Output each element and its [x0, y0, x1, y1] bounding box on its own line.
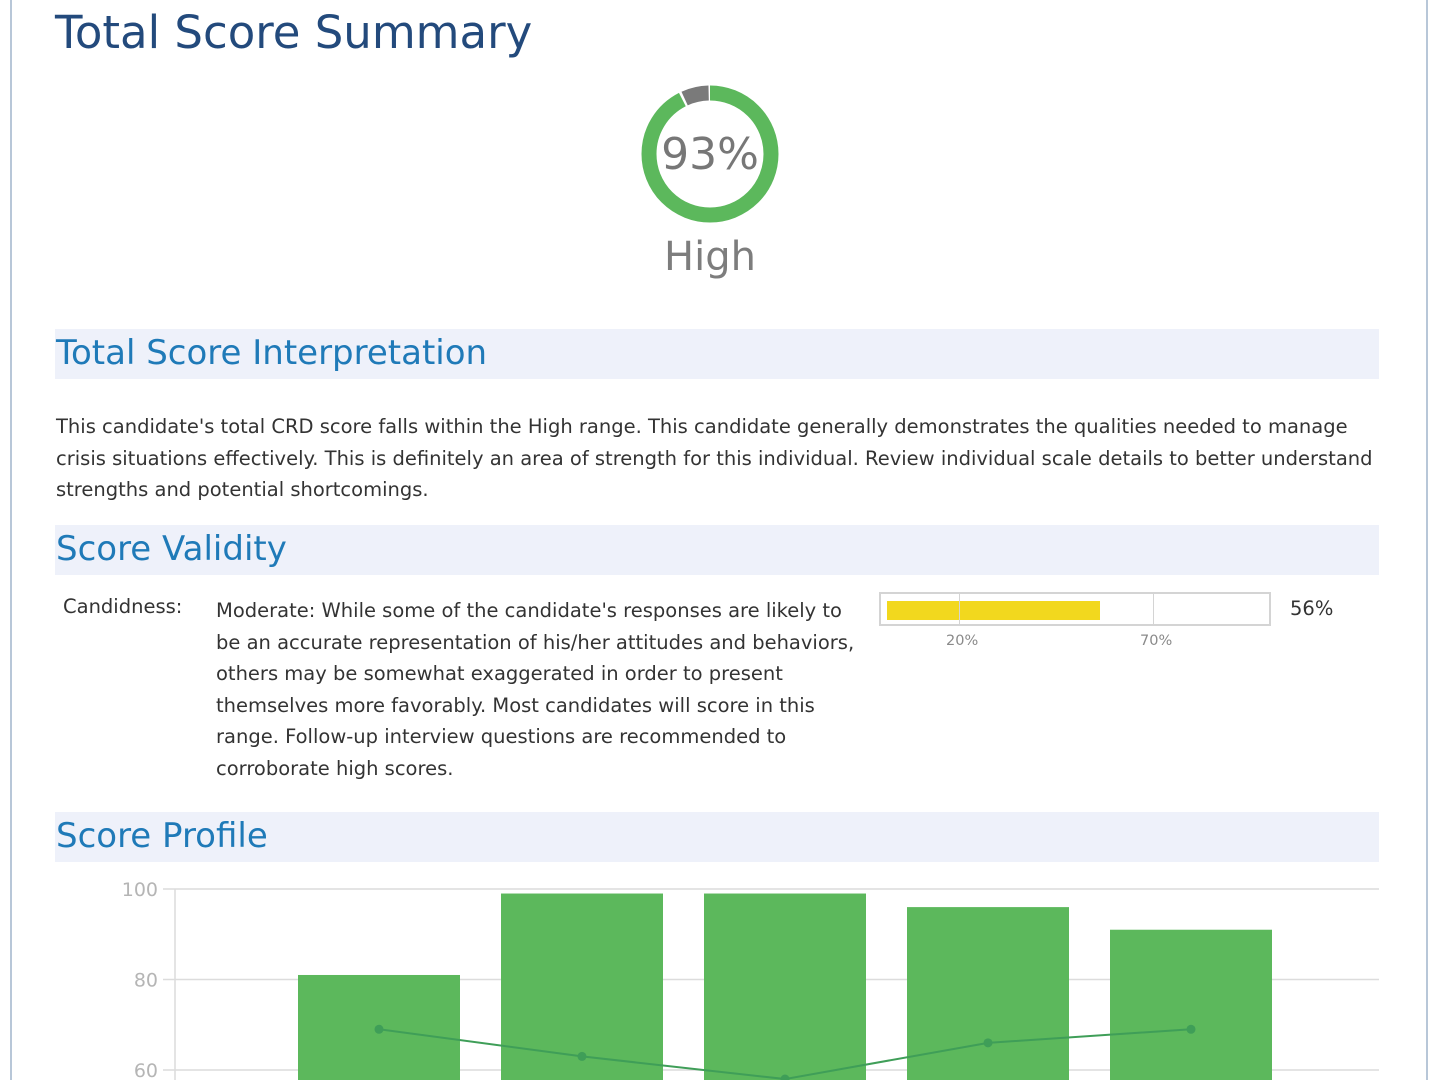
- candidness-description: Moderate: While some of the candidate's …: [216, 599, 855, 780]
- interpretation-header: Total Score Interpretation: [55, 329, 1379, 379]
- chart-line-point: [983, 1038, 993, 1048]
- chart-y-tick-label: 80: [134, 970, 158, 992]
- total-score-level: High: [664, 234, 756, 280]
- candidness-value: 56%: [1290, 597, 1334, 620]
- chart-line-point: [780, 1074, 790, 1080]
- chart-line-point: [1186, 1024, 1196, 1034]
- profile-title: Score Profile: [56, 816, 268, 856]
- chart-bar: [1110, 929, 1272, 1080]
- page-frame-right: [1426, 0, 1428, 1080]
- chart-line-point: [577, 1051, 587, 1061]
- page-title: Total Score Summary: [55, 6, 533, 59]
- total-score-percent: 93%: [661, 128, 759, 180]
- interpretation-text: This candidate's total CRD score falls w…: [56, 415, 1373, 501]
- validity-title: Score Validity: [56, 529, 287, 569]
- chart-line-point: [374, 1024, 384, 1034]
- gauge-threshold-label: 70%: [1140, 633, 1173, 649]
- validity-header: Score Validity: [55, 525, 1379, 575]
- candidness-gauge-fill: [887, 601, 1100, 620]
- gauge-threshold-label: 20%: [946, 633, 979, 649]
- page-frame-left: [10, 0, 12, 1080]
- chart-y-tick-label: 100: [122, 879, 158, 901]
- candidness-gauge: [879, 592, 1271, 626]
- chart-bar: [907, 907, 1069, 1080]
- candidness-label: Candidness:: [63, 595, 183, 618]
- gauge-threshold-tick: [959, 594, 960, 624]
- chart-y-tick-label: 60: [134, 1060, 158, 1080]
- chart-bar: [501, 893, 663, 1080]
- total-score-donut: 93%: [640, 84, 780, 224]
- chart-line: [378, 1028, 1192, 1080]
- gauge-threshold-tick: [1153, 594, 1154, 624]
- chart-bar: [298, 974, 460, 1080]
- interpretation-title: Total Score Interpretation: [56, 333, 488, 373]
- profile-header: Score Profile: [55, 812, 1379, 862]
- chart-bar: [704, 893, 866, 1080]
